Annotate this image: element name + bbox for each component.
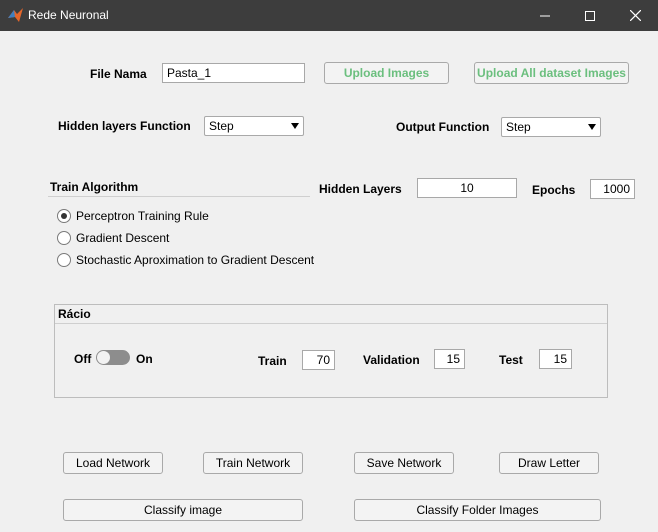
radio-stochastic-label[interactable]: Stochastic Aproximation to Gradient Desc… [76,253,314,267]
test-ratio-label: Test [499,353,523,367]
save-network-button[interactable]: Save Network [354,452,454,474]
ratio-toggle-switch[interactable] [96,350,130,365]
epochs-label: Epochs [532,183,576,197]
maximize-button[interactable] [567,0,613,31]
toggle-on-label: On [136,352,153,366]
radio-gradient-descent[interactable] [57,231,71,245]
ratio-panel-divider [55,323,607,324]
load-network-button[interactable]: Load Network [63,452,163,474]
matlab-app-icon [8,8,23,22]
radio-perceptron-label[interactable]: Perceptron Training Rule [76,209,209,223]
hidden-function-dropdown[interactable]: Step [204,116,304,136]
window-title: Rede Neuronal [28,8,109,22]
hidden-function-value: Step [209,119,234,133]
output-function-dropdown[interactable]: Step [501,117,601,137]
dropdown-arrow-icon [588,124,596,130]
dropdown-arrow-icon [291,123,299,129]
upload-all-dataset-button[interactable]: Upload All dataset Images [474,62,629,84]
classify-image-button[interactable]: Classify image [63,499,303,521]
hidden-layers-label: Hidden Layers [319,182,402,196]
train-algorithm-title: Train Algorithm [50,180,139,194]
train-algorithm-divider [48,196,310,197]
close-button[interactable] [612,0,658,31]
minimize-icon [540,15,550,16]
train-ratio-label: Train [258,354,287,368]
draw-letter-button[interactable]: Draw Letter [499,452,599,474]
toggle-off-label: Off [74,352,92,366]
radio-perceptron[interactable] [57,209,71,223]
train-network-button[interactable]: Train Network [203,452,303,474]
maximize-icon [585,10,595,21]
minimize-button[interactable] [522,0,568,31]
validation-ratio-label: Validation [363,353,420,367]
ratio-title: Rácio [58,307,91,321]
radio-gradient-descent-label[interactable]: Gradient Descent [76,231,169,245]
output-function-label: Output Function [396,120,490,134]
toggle-knob [97,351,110,364]
validation-ratio-input[interactable]: 15 [434,349,465,369]
train-ratio-input[interactable]: 70 [302,350,335,370]
close-icon [629,10,641,21]
classify-folder-button[interactable]: Classify Folder Images [354,499,601,521]
hidden-layers-input[interactable]: 10 [417,178,517,198]
epochs-input[interactable]: 1000 [590,179,635,199]
upload-images-button[interactable]: Upload Images [324,62,449,84]
radio-stochastic[interactable] [57,253,71,267]
hidden-function-label: Hidden layers Function [58,119,191,133]
file-name-input[interactable]: Pasta_1 [162,63,305,83]
file-name-label: File Nama [90,67,147,81]
title-bar: Rede Neuronal [0,0,658,31]
test-ratio-input[interactable]: 15 [539,349,572,369]
output-function-value: Step [506,120,531,134]
